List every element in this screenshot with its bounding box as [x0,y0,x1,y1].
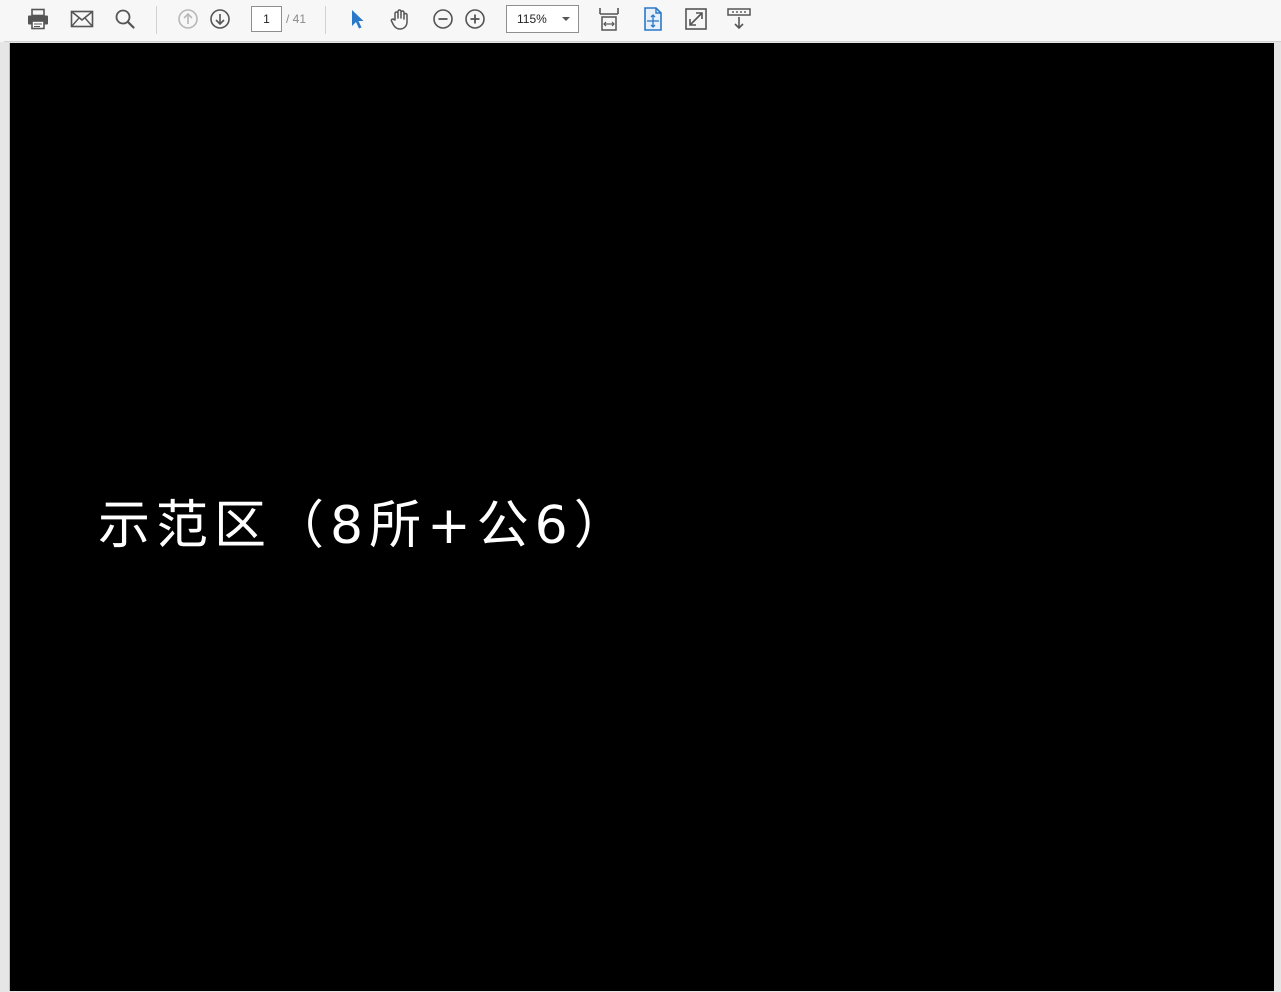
email-icon [70,10,94,28]
tools-dropdown-icon [727,8,751,30]
fullscreen-icon [685,8,707,30]
search-button[interactable] [111,6,139,32]
chevron-down-icon [562,17,570,21]
toolbar-separator [156,6,157,34]
page-number-input[interactable] [251,6,282,32]
select-arrow-icon [352,10,364,29]
arrow-up-circle-icon [178,9,198,29]
zoom-in-icon [465,9,485,29]
zoom-level-select[interactable]: 115% [506,5,579,33]
arrow-down-circle-icon [210,9,230,29]
next-page-button[interactable] [206,6,234,32]
tools-dropdown-button[interactable] [725,6,753,32]
toolbar-separator [325,6,326,34]
zoom-level-value: 115% [517,12,547,26]
print-button[interactable] [24,6,52,32]
hand-tool-button[interactable] [386,6,414,32]
select-tool-button[interactable] [343,6,371,32]
zoom-in-button[interactable] [461,6,489,32]
fit-page-button[interactable] [639,6,667,32]
page-total-label: / 41 [286,12,307,26]
scroll-mode-button[interactable] [595,6,623,32]
zoom-out-button[interactable] [429,6,457,32]
document-page: 示范区（8所+公6） [9,43,1274,991]
slide-title: 示范区（8所+公6） [98,496,632,556]
print-icon [28,8,48,30]
previous-page-button[interactable] [174,6,202,32]
hand-pan-icon [390,9,408,30]
fullscreen-button[interactable] [682,6,710,32]
email-button[interactable] [68,6,96,32]
pdf-toolbar: / 41 115% [0,0,1281,42]
document-viewer[interactable]: 示范区（8所+公6） [0,42,1281,992]
search-icon [115,9,135,29]
zoom-out-icon [433,9,453,29]
scroll-mode-icon [599,8,619,31]
fit-page-icon [644,7,662,31]
toolbar-left-edge [0,0,4,42]
